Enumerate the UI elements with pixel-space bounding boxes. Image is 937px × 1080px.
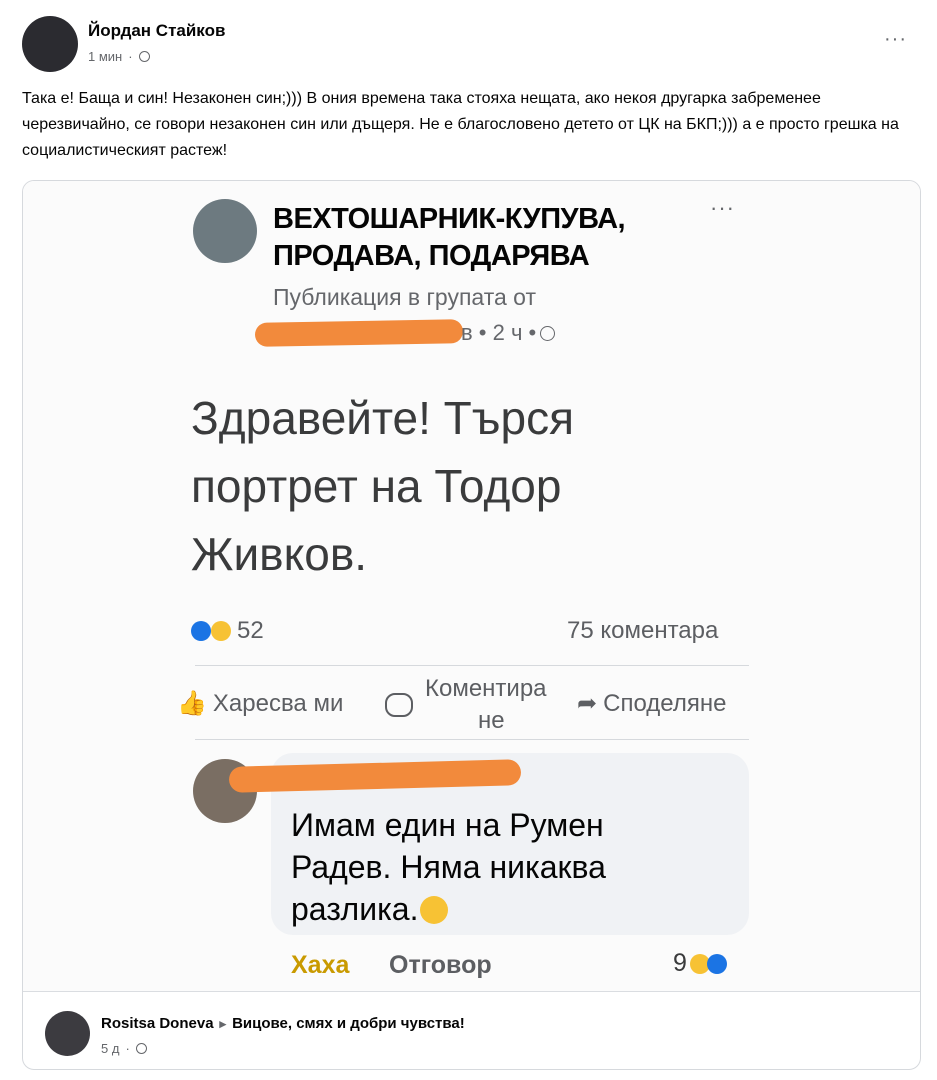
shot-time: в • 2 ч • [461,320,537,345]
post-time[interactable]: 1 мин [88,49,122,64]
author-name[interactable]: Йордан Стайков [88,21,225,41]
divider [195,739,749,740]
like-action: 👍 Харесва ми [177,689,343,718]
share-action: ➦ Споделяне [577,689,726,718]
like-reaction-icon [191,621,211,641]
comment-like-icon [706,953,727,974]
comment-reactions-count: 9 [673,949,687,977]
share-label: Споделяне [603,689,727,717]
reactions-count: 52 [237,617,264,644]
share-arrow-icon: ➦ [577,690,598,717]
group-name[interactable]: Вицове, смях и добри чувства! [232,1015,465,1032]
footer-dot: · [125,1041,130,1056]
comment-icon [385,693,413,717]
shot-meta: в • 2 ч • [461,320,556,346]
footer-globe-icon [135,1043,147,1054]
post-body-line-1: Здравейте! Търся [191,392,575,444]
comment-label-line-1: Коментира [425,675,547,702]
shot-more-icon: ··· [710,195,735,220]
comment-line-3-text: разлика. [291,891,419,927]
sharer-name[interactable]: Rositsa Doneva [101,1015,214,1032]
group-avatar [193,199,257,263]
comment-reply: Отговор [389,951,492,979]
footer-time[interactable]: 5 д [101,1041,119,1056]
group-name-line-2: ПРОДАВА, ПОДАРЯВА [273,240,590,272]
post-body-line-3: Живков. [191,528,368,580]
haha-reaction-icon [211,621,231,641]
comment-haha: Хаха [291,951,350,979]
comment-line-2: Радев. Няма никаква [291,849,606,885]
footer-meta: 5 д · [101,1041,147,1056]
comment-label-line-2: не [478,707,505,734]
redaction-mark-author [254,319,464,347]
grin-emoji-icon [420,895,449,924]
shared-screenshot: ВЕХТОШАРНИК-КУПУВА, ПРОДАВА, ПОДАРЯВА ··… [23,181,920,991]
shared-post-card[interactable]: ВЕХТОШАРНИК-КУПУВА, ПРОДАВА, ПОДАРЯВА ··… [22,180,921,1070]
author-avatar[interactable] [22,16,78,72]
more-options-icon[interactable]: ··· [884,28,907,51]
card-divider [23,991,920,992]
group-name-line-1: ВЕХТОШАРНИК-КУПУВА, [273,203,626,235]
sharer-avatar[interactable] [45,1011,90,1056]
divider [195,665,749,666]
reaction-summary: 52 [191,617,264,645]
comment-line-1: Имам един на Румен [291,807,604,843]
shot-globe-icon [540,325,556,341]
thumbs-up-icon: 👍 [177,690,207,717]
arrow-right-icon: ▸ [219,1015,227,1031]
post-meta: 1 мин · [88,49,150,64]
comments-count: 75 коментара [567,617,719,644]
comment-line-3: разлика. [291,891,449,928]
like-label: Харесва ми [212,689,344,717]
globe-icon [138,51,150,62]
source-line: Rositsa Doneva ▸ Вицове, смях и добри чу… [101,1015,465,1032]
published-in-text: Публикация в групата от [273,284,536,310]
post-body-line-2: портрет на Тодор [191,460,562,512]
comment-reactions: 9 [673,949,727,978]
post-text: Така е! Баща и син! Незаконен син;))) В … [22,90,899,159]
meta-dot: · [128,49,133,64]
